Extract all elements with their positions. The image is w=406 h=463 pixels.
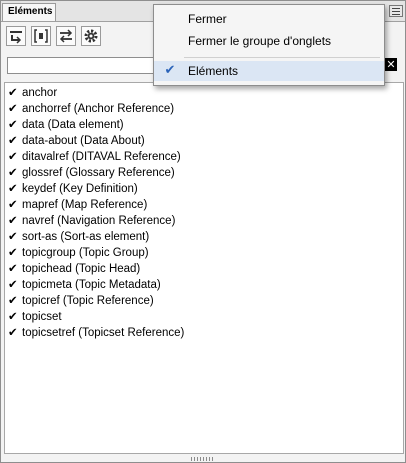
list-item[interactable]: ✔ glossref (Glossary Reference) (8, 164, 175, 180)
list-item[interactable]: ✔ data (Data element) (8, 116, 124, 132)
insert-before-icon (10, 31, 22, 44)
check-icon: ✔ (8, 325, 18, 339)
element-list: ✔ anchor ✔ anchorref (Anchor Reference) ✔ dat… (4, 82, 404, 454)
list-item[interactable]: ✔ ditavalref (DITAVAL Reference) (8, 148, 181, 164)
swap-icon (59, 29, 73, 43)
list-item-label: glossref (Glossary Reference) (22, 167, 175, 179)
check-icon: ✔ (8, 181, 18, 195)
list-item-label: data-about (Data About) (22, 135, 145, 147)
check-icon: ✔ (164, 63, 176, 78)
check-icon: ✔ (8, 133, 18, 147)
menu-item-label: Eléments (188, 64, 239, 78)
list-item[interactable]: ✔ topicgroup (Topic Group) (8, 244, 149, 260)
swap-button[interactable] (56, 26, 76, 46)
check-icon: ✔ (8, 101, 18, 115)
check-icon: ✔ (8, 293, 18, 307)
list-item-label: topicgroup (Topic Group) (22, 247, 149, 259)
list-item-label: topicref (Topic Reference) (22, 295, 154, 307)
list-item[interactable]: ✔ topichead (Topic Head) (8, 260, 140, 276)
insert-before-button[interactable] (6, 26, 26, 46)
check-icon: ✔ (8, 197, 18, 211)
list-item[interactable]: ✔ mapref (Map Reference) (8, 196, 147, 212)
list-item[interactable]: ✔ navref (Navigation Reference) (8, 212, 175, 228)
wrap-element-button[interactable] (31, 26, 51, 46)
check-icon: ✔ (8, 117, 18, 131)
menu-item-close[interactable]: Fermer (154, 9, 384, 29)
list-item[interactable]: ✔ keydef (Key Definition) (8, 180, 138, 196)
list-item[interactable]: ✔ anchorref (Anchor Reference) (8, 100, 174, 116)
wrap-element-icon (34, 29, 48, 43)
list-item-label: topicset (22, 311, 62, 323)
list-item[interactable]: ✔ data-about (Data About) (8, 132, 145, 148)
list-item[interactable]: ✔ sort-as (Sort-as element) (8, 228, 149, 244)
list-item-label: anchorref (Anchor Reference) (22, 103, 175, 115)
settings-button[interactable] (81, 26, 101, 46)
menu-item-label: Fermer (188, 12, 227, 26)
panel-context-menu: Fermer Fermer le groupe d'onglets ✔ Elém… (153, 4, 385, 86)
menu-item-close-tab-group[interactable]: Fermer le groupe d'onglets (154, 31, 384, 51)
list-item-label: mapref (Map Reference) (22, 199, 148, 211)
list-item-label: navref (Navigation Reference) (22, 215, 176, 227)
list-item[interactable]: ✔ topicset (8, 308, 62, 324)
check-icon: ✔ (8, 277, 18, 291)
check-icon: ✔ (8, 85, 18, 99)
check-icon: ✔ (8, 213, 18, 227)
list-item-label: anchor (22, 87, 58, 99)
check-icon: ✔ (8, 245, 18, 259)
list-item-label: topicsetref (Topicset Reference) (22, 327, 185, 339)
menu-item-label: Fermer le groupe d'onglets (188, 34, 332, 48)
list-item-label: sort-as (Sort-as element) (22, 231, 150, 243)
panel-menu-icon[interactable] (389, 5, 403, 17)
list-item[interactable]: ✔ topicmeta (Topic Metadata) (8, 276, 161, 292)
check-icon: ✔ (8, 261, 18, 275)
list-item[interactable]: ✔ anchor (8, 84, 57, 100)
list-item-label: data (Data element) (22, 119, 124, 131)
check-icon: ✔ (8, 165, 18, 179)
menu-item-elements[interactable]: ✔ Eléments (154, 61, 384, 81)
tab-elements[interactable]: Eléments (2, 3, 56, 21)
list-item-label: topicmeta (Topic Metadata) (22, 279, 161, 291)
check-icon: ✔ (8, 309, 18, 323)
list-item[interactable]: ✔ topicref (Topic Reference) (8, 292, 154, 308)
list-item[interactable]: ✔ topicsetref (Topicset Reference) (8, 324, 184, 340)
list-item-label: ditavalref (DITAVAL Reference) (22, 151, 181, 163)
menu-separator (184, 57, 380, 58)
clear-search-button[interactable]: ✕ (385, 58, 397, 71)
list-item-label: keydef (Key Definition) (22, 183, 138, 195)
check-icon: ✔ (8, 229, 18, 243)
resize-grip[interactable] (191, 457, 215, 461)
list-item-label: topichead (Topic Head) (22, 263, 141, 275)
gear-icon (84, 29, 98, 43)
check-icon: ✔ (8, 149, 18, 163)
